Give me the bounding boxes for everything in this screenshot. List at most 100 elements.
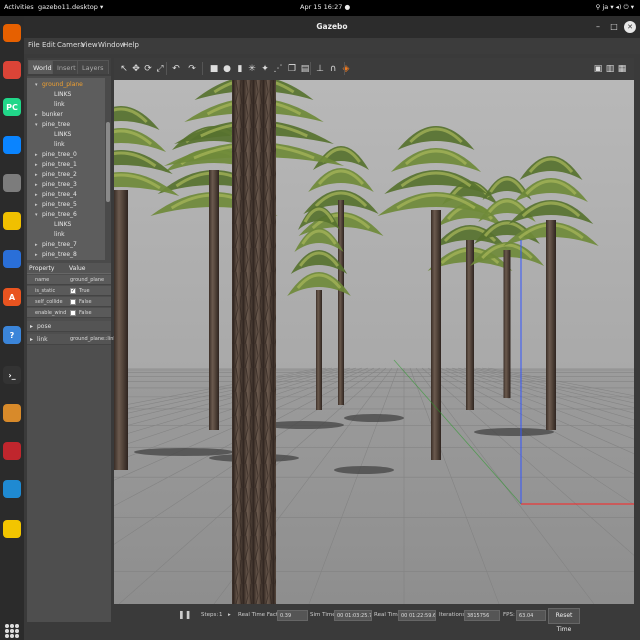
property-row[interactable]: enable_wind False	[27, 308, 111, 318]
menu-window[interactable]: Window	[98, 41, 126, 49]
tree-item[interactable]: ▸ pine_tree_0	[27, 150, 77, 160]
maximize-icon[interactable]: □	[608, 21, 620, 33]
dock-gazebo-recent-icon[interactable]	[3, 442, 21, 460]
property-group[interactable]: ▸ link ground_plane::link	[27, 334, 116, 345]
dock-notes-icon[interactable]	[3, 520, 21, 538]
tree-item[interactable]: ▸ pine_tree_8	[27, 250, 77, 260]
property-group[interactable]: ▸ pose	[27, 321, 111, 332]
dock-files-icon[interactable]	[3, 174, 21, 192]
dock-chrome-icon[interactable]	[3, 61, 21, 79]
property-checkbox[interactable]	[70, 310, 76, 316]
dock-vscode-icon[interactable]	[3, 480, 21, 498]
menu-view[interactable]: View	[81, 41, 98, 49]
tree-scrollbar[interactable]	[106, 78, 110, 260]
chevron-down-icon[interactable]: ▾	[35, 80, 42, 90]
cylinder-icon[interactable]: ▮	[234, 62, 246, 75]
dock-software-icon[interactable]: A	[3, 288, 21, 306]
3d-viewport[interactable]	[114, 80, 634, 604]
property-row[interactable]: self_collide False	[27, 297, 111, 307]
minimize-icon[interactable]: –	[592, 21, 604, 33]
dock-help-icon[interactable]: ?	[3, 326, 21, 344]
tree-shadow	[474, 428, 554, 436]
pause-button[interactable]: ❚❚	[178, 610, 191, 619]
tree-item[interactable]: link	[27, 140, 65, 150]
dock-firefox-icon[interactable]	[3, 24, 21, 42]
chevron-right-icon[interactable]: ▸	[35, 250, 42, 260]
chevron-down-icon[interactable]: ▾	[35, 210, 42, 220]
chevron-right-icon[interactable]: ▸	[35, 190, 42, 200]
chevron-right-icon[interactable]: ▸	[30, 336, 33, 343]
chevron-right-icon[interactable]: ▸	[35, 240, 42, 250]
dock-thunderbird-icon[interactable]	[3, 136, 21, 154]
directional-light-icon[interactable]: ⋰	[272, 62, 284, 75]
sphere-icon[interactable]: ●	[221, 62, 233, 75]
show-applications-icon[interactable]	[5, 624, 19, 638]
box-icon[interactable]: ■	[208, 62, 220, 75]
dock-pycharm-icon[interactable]: PC	[3, 98, 21, 116]
align-icon[interactable]: ⊥	[314, 62, 326, 75]
activities-button[interactable]: Activities	[4, 3, 34, 11]
change-view-icon[interactable]: ◈	[340, 62, 352, 75]
tree-item[interactable]: ▸ pine_tree_5	[27, 200, 77, 210]
chevron-right-icon[interactable]: ▸	[35, 160, 42, 170]
graph-icon[interactable]: ▦	[616, 62, 628, 75]
translate-icon[interactable]: ✥	[130, 62, 142, 75]
steps-value[interactable]: 1	[219, 612, 223, 618]
chevron-down-icon[interactable]: ▸	[228, 612, 231, 618]
scale-icon[interactable]: ⤢	[154, 62, 166, 75]
dock-rhythmbox-icon[interactable]	[3, 212, 21, 230]
chevron-right-icon[interactable]: ▸	[30, 323, 33, 330]
dock-terminal-icon[interactable]: ›_	[3, 366, 21, 384]
clock[interactable]: Apr 15 16:27 ●	[300, 3, 350, 11]
tree-item[interactable]: LINKS	[27, 90, 71, 100]
tree-scrollbar-thumb[interactable]	[106, 122, 110, 202]
close-icon[interactable]: ✕	[624, 21, 636, 33]
rotate-icon[interactable]: ⟳	[142, 62, 154, 75]
spot-light-icon[interactable]: ✦	[259, 62, 271, 75]
tree-item[interactable]: ▾ pine_tree_6	[27, 210, 77, 220]
property-group-name: pose	[37, 323, 52, 330]
chevron-right-icon[interactable]: ▸	[35, 180, 42, 190]
tree-item[interactable]: ▸ pine_tree_1	[27, 160, 77, 170]
property-row[interactable]: name ground_plane	[27, 275, 111, 285]
menu-file[interactable]: File	[28, 41, 40, 49]
tree-item[interactable]: LINKS	[27, 130, 71, 140]
chevron-right-icon[interactable]: ▸	[35, 170, 42, 180]
point-light-icon[interactable]: ✳	[246, 62, 258, 75]
snap-icon[interactable]: ∩	[327, 62, 339, 75]
menu-edit[interactable]: Edit	[42, 41, 56, 49]
property-group-name: link	[37, 336, 48, 343]
menu-help[interactable]: Help	[123, 41, 139, 49]
property-checkbox[interactable]: ✓	[70, 288, 76, 294]
scene-render[interactable]	[114, 80, 634, 604]
app-menu[interactable]: gazebo11.desktop ▾	[38, 3, 103, 11]
tree-item[interactable]: link	[27, 230, 65, 240]
tree-item[interactable]: ▸ bunker	[27, 110, 63, 120]
tree-item[interactable]: ▾ pine_tree	[27, 120, 70, 130]
property-name: self_collide	[35, 299, 63, 305]
dock-rviz-icon[interactable]	[3, 404, 21, 422]
copy-icon[interactable]: ❐	[286, 62, 298, 75]
tree-item[interactable]: LINKS	[27, 220, 71, 230]
tree-item[interactable]: ▸ pine_tree_2	[27, 170, 77, 180]
property-checkbox[interactable]	[70, 299, 76, 305]
log-icon[interactable]: ▥	[604, 62, 616, 75]
undo-icon[interactable]: ↶	[170, 62, 182, 75]
chevron-right-icon[interactable]: ▸	[35, 150, 42, 160]
tab-layers[interactable]: Layers	[77, 60, 109, 74]
tree-item[interactable]: link	[27, 100, 65, 110]
tree-item[interactable]: ▸ pine_tree_7	[27, 240, 77, 250]
system-tray[interactable]: ⚲ ja ▾ ◂) ⏻ ▾	[596, 3, 634, 12]
arrow-pointer-icon[interactable]: ↖	[118, 62, 130, 75]
chevron-right-icon[interactable]: ▸	[35, 200, 42, 210]
tree-item[interactable]: ▸ pine_tree_3	[27, 180, 77, 190]
screenshot-icon[interactable]: ▣	[592, 62, 604, 75]
tree-item[interactable]: ▾ ground_plane	[27, 80, 83, 90]
chevron-right-icon[interactable]: ▸	[35, 110, 42, 120]
reset-time-button[interactable]: Reset Time	[548, 608, 580, 633]
tree-item[interactable]: ▸ pine_tree_4	[27, 190, 77, 200]
dock-writer-icon[interactable]	[3, 250, 21, 268]
chevron-down-icon[interactable]: ▾	[35, 120, 42, 130]
redo-icon[interactable]: ↷	[186, 62, 198, 75]
property-row[interactable]: is_static ✓ True	[27, 286, 111, 296]
